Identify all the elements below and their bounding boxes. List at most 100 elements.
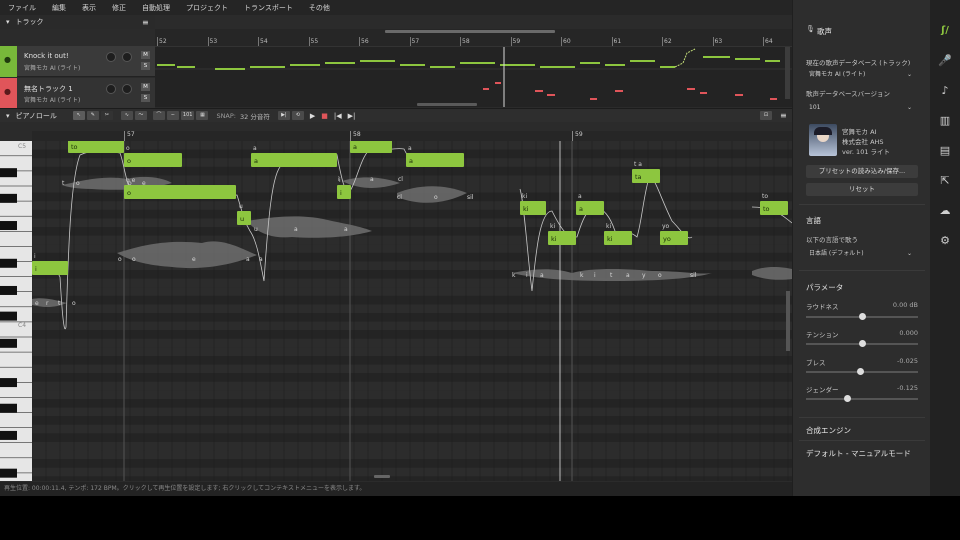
white-key[interactable]: [0, 352, 32, 367]
mute-button[interactable]: M: [141, 83, 150, 91]
volume-knob[interactable]: [106, 84, 116, 94]
curve-tool-button[interactable]: ∼: [166, 111, 179, 120]
tracks-header[interactable]: ▾ トラック ≡: [0, 15, 155, 29]
grid-row: [32, 218, 792, 227]
breath-slider[interactable]: [806, 368, 918, 375]
phoneme-label: cl: [397, 194, 402, 201]
stop-icon[interactable]: ■: [321, 112, 328, 120]
black-key[interactable]: [0, 193, 17, 203]
vibrato-tool-button[interactable]: ⌒: [152, 111, 165, 120]
slider-thumb[interactable]: [857, 368, 865, 375]
track-name[interactable]: 無名トラック 1: [24, 84, 73, 94]
settings-toggle-button[interactable]: ⊡: [760, 111, 772, 120]
scissors-tool-button[interactable]: ✂: [100, 111, 113, 120]
cloud-icon[interactable]: ☁: [938, 204, 952, 218]
pointer-tool-button[interactable]: ↖: [72, 111, 85, 120]
note-canvas[interactable]: tot ooooo euuaaiiaaaakikikikiaakikitat a…: [32, 141, 792, 481]
white-key[interactable]: [0, 141, 32, 156]
engine-title[interactable]: 合成エンジン: [806, 425, 851, 436]
preset-button[interactable]: プリセットの読み込み/保存...: [806, 165, 918, 178]
white-key[interactable]: [0, 443, 32, 458]
export-icon[interactable]: ⇱: [938, 174, 952, 188]
track-row-1[interactable]: ● Knock it out! 宮舞モカ AI (ライト) M S: [0, 46, 155, 77]
db-track-select[interactable]: 宮舞モカ AI (ライト) ⌄: [805, 69, 917, 80]
solo-button[interactable]: S: [141, 62, 150, 70]
mute-button[interactable]: M: [141, 51, 150, 59]
play-from-button[interactable]: ▶|: [277, 111, 290, 120]
piano-roll-grid[interactable]: tot ooooo euuaaiiaaaakikikikiaakikitat a…: [32, 141, 792, 481]
pitch-tool-button[interactable]: ∿: [120, 111, 133, 120]
db-version-select[interactable]: 101 ⌄: [805, 102, 917, 113]
black-key[interactable]: [0, 311, 17, 321]
black-key[interactable]: [0, 258, 17, 268]
keyboard-icon[interactable]: ▦: [196, 111, 209, 120]
black-key[interactable]: [0, 338, 17, 348]
loudness-slider[interactable]: [806, 313, 918, 320]
reset-button[interactable]: リセット: [806, 183, 918, 196]
play-icon[interactable]: ▶: [310, 112, 315, 120]
menu-file[interactable]: ファイル: [8, 3, 36, 13]
gender-slider[interactable]: [806, 395, 918, 402]
music-note-icon[interactable]: ♪: [938, 84, 952, 98]
forward-icon[interactable]: ▶|: [348, 112, 356, 120]
menu-edit[interactable]: 編集: [52, 3, 66, 13]
ruler-tick: [409, 37, 411, 46]
slider-thumb[interactable]: [858, 313, 866, 320]
clipboard-icon[interactable]: ▤: [938, 144, 952, 158]
phoneme-tool-button[interactable]: 101: [180, 111, 195, 120]
black-key[interactable]: [0, 378, 17, 388]
vertical-scrollbar[interactable]: [786, 291, 790, 351]
piano-keyboard[interactable]: C5 C4: [0, 141, 32, 481]
gear-icon[interactable]: ⚙: [938, 234, 952, 248]
pan-knob[interactable]: [122, 84, 132, 94]
solo-button[interactable]: S: [141, 94, 150, 102]
snap-value[interactable]: 32 分音符: [240, 111, 270, 121]
black-key[interactable]: [0, 285, 17, 295]
menu-project[interactable]: プロジェクト: [186, 3, 228, 13]
pencil-tool-button[interactable]: ✎: [86, 111, 99, 120]
piano-roll-ruler[interactable]: 57 58 59: [32, 131, 792, 141]
pitch-curve-button[interactable]: 〜: [134, 111, 147, 120]
black-key[interactable]: [0, 168, 17, 178]
language-select[interactable]: 日本語 (デフォルト) ⌄: [805, 248, 917, 259]
note-block[interactable]: [32, 261, 68, 275]
hamburger-icon[interactable]: ≡: [142, 18, 149, 27]
scroll-handle[interactable]: [374, 475, 390, 478]
white-key[interactable]: [0, 201, 32, 216]
grid-row: [32, 278, 792, 288]
slider-thumb[interactable]: [843, 395, 851, 402]
note-block[interactable]: [124, 185, 236, 199]
slider-thumb[interactable]: [858, 340, 866, 347]
microphone-icon[interactable]: 🎤: [938, 54, 952, 68]
menu-auto[interactable]: 自動処理: [142, 3, 170, 13]
volume-knob[interactable]: [106, 52, 116, 62]
menu-other[interactable]: その他: [309, 3, 330, 13]
black-key[interactable]: [0, 430, 17, 440]
white-key[interactable]: [0, 231, 32, 247]
menu-transport[interactable]: トランスポート: [244, 3, 293, 13]
menu-modify[interactable]: 修正: [112, 3, 126, 13]
piano-keys[interactable]: [0, 141, 32, 481]
library-icon[interactable]: ▥: [938, 114, 952, 128]
black-key[interactable]: [0, 221, 17, 231]
rewind-icon[interactable]: |◀: [334, 112, 342, 120]
menu-view[interactable]: 表示: [82, 3, 96, 13]
track-name[interactable]: Knock it out!: [24, 52, 69, 60]
track-ruler[interactable]: 52 53 54 55 56 57 58 59 60 61 62 63 64: [155, 37, 792, 47]
tension-slider[interactable]: [806, 340, 918, 347]
pan-knob[interactable]: [122, 52, 132, 62]
engine-mode[interactable]: デフォルト - マニュアルモード: [806, 448, 911, 459]
track-voice: 宮舞モカ AI (ライト): [24, 97, 81, 104]
note-block[interactable]: [406, 153, 464, 167]
loop-button[interactable]: ⟲: [291, 111, 304, 120]
black-key[interactable]: [0, 468, 17, 478]
hamburger-icon[interactable]: ≡: [780, 111, 787, 120]
chevron-down-icon[interactable]: ▾: [6, 112, 10, 120]
white-key[interactable]: [0, 412, 32, 428]
chevron-down-icon[interactable]: ▾: [6, 18, 10, 26]
note-block[interactable]: [251, 153, 337, 167]
track-row-2[interactable]: ● 無名トラック 1 宮舞モカ AI (ライト) M S: [0, 78, 155, 109]
white-key[interactable]: [0, 322, 32, 337]
note-block[interactable]: [124, 153, 182, 167]
black-key[interactable]: [0, 403, 17, 413]
